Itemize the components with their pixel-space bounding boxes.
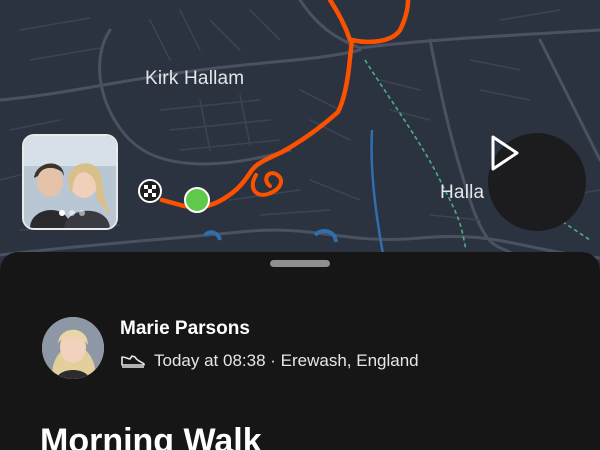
- drag-handle[interactable]: [270, 260, 330, 267]
- activity-details-sheet[interactable]: Marie Parsons Today at 08:38 · Erewash, …: [0, 252, 600, 450]
- map-label-kirk-hallam: Kirk Hallam: [145, 68, 245, 89]
- shoe-icon: [121, 355, 145, 368]
- finish-flag-icon: [138, 179, 162, 203]
- avatar-image: [42, 317, 104, 379]
- activity-date-location: Today at 08:38 · Erewash, England: [154, 351, 419, 370]
- pagination-dot: [79, 210, 85, 216]
- play-flyover-button[interactable]: [488, 133, 586, 231]
- activity-title: Morning Walk: [40, 422, 262, 450]
- route-map[interactable]: Kirk Hallam Halla: [0, 0, 600, 290]
- play-icon: [491, 135, 519, 171]
- pagination-dot: [69, 210, 75, 216]
- start-marker-icon: [184, 187, 210, 213]
- avatar[interactable]: [42, 317, 104, 379]
- activity-meta: Today at 08:38 · Erewash, England: [120, 351, 419, 371]
- activity-screen: Kirk Hallam Halla Marie Parsons Today at…: [0, 0, 600, 450]
- activity-photo-thumbnail[interactable]: [22, 134, 118, 230]
- map-label-halla: Halla: [440, 182, 485, 203]
- athlete-name[interactable]: Marie Parsons: [120, 318, 250, 340]
- photo-pagination: [59, 210, 85, 216]
- pagination-dot: [59, 210, 65, 216]
